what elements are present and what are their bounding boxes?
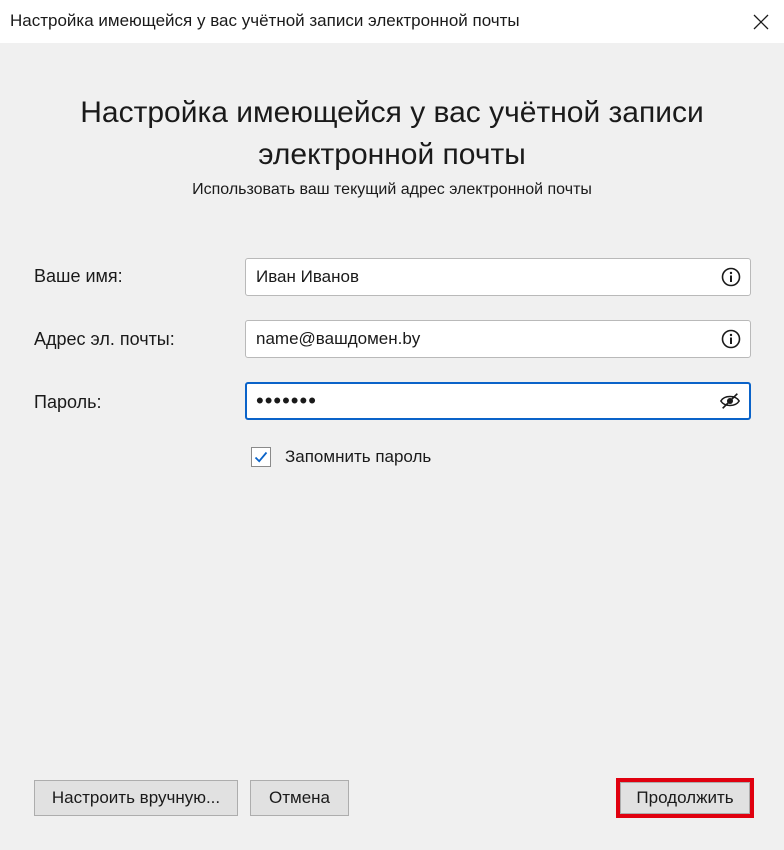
password-label: Пароль: [34,392,102,412]
remember-password-checkbox[interactable] [251,447,271,467]
continue-button-label: Продолжить [620,782,750,814]
cancel-button[interactable]: Отмена [250,780,349,816]
window-title: Настройка имеющейся у вас учётной записи… [10,11,520,30]
checkmark-icon [254,451,268,463]
email-input[interactable] [256,321,706,357]
password-field[interactable] [245,382,751,420]
name-input[interactable] [256,259,706,295]
page-title-line-1: Настройка имеющейся у вас учётной записи [80,96,704,129]
info-icon[interactable] [720,266,742,288]
close-icon [753,14,769,29]
name-label: Ваше имя: [34,266,123,286]
title-bar: Настройка имеющейся у вас учётной записи… [0,0,784,43]
email-field[interactable] [245,320,751,358]
page-subtitle: Использовать ваш текущий адрес электронн… [192,181,592,198]
close-button[interactable] [738,0,784,43]
manual-config-button[interactable]: Настроить вручную... [34,780,238,816]
remember-password-label[interactable]: Запомнить пароль [285,447,431,467]
page-title-line-2: электронной почты [258,138,526,171]
page-title: Настройка имеющейся у вас учётной записи… [0,92,784,176]
name-field[interactable] [245,258,751,296]
eye-slash-icon[interactable] [719,390,741,412]
info-icon[interactable] [720,328,742,350]
email-label: Адрес эл. почты: [34,329,175,349]
account-setup-window: Настройка имеющейся у вас учётной записи… [0,0,784,850]
continue-button[interactable]: Продолжить [616,778,754,818]
password-input[interactable] [256,384,706,418]
